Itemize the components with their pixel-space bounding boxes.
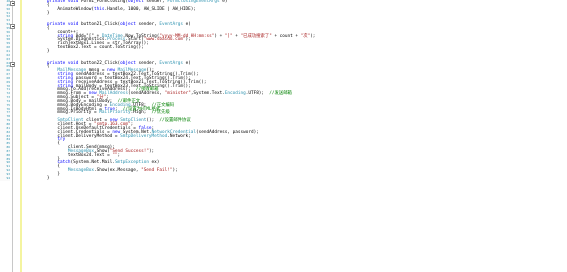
code-token: ); [310,33,316,39]
code-token: object [120,22,136,28]
editor-gutter: 48 49 50 51 52 53 54 55 56 57 58 59 60 61 62 63 64 65 66 67… [0,0,20,272]
code-token: } [26,48,50,54]
code-token: "]" [224,33,233,39]
code-token: SmtpException [114,160,149,166]
code-token: (sendAddress, [128,91,165,97]
code-editor[interactable]: 48 49 50 51 52 53 54 55 56 57 58 59 60 61 62 63 64 65 66 67… [0,0,567,272]
code-token: object [128,0,144,4]
code-token: sender, [143,0,168,4]
line-number: 94 [6,175,10,180]
collapse-toggle-icon[interactable] [10,62,15,68]
code-token: + count + [271,33,301,39]
outline-bar [12,0,13,272]
code-token: "次" [300,33,311,39]
code-token: ); [172,168,178,174]
code-token: ) + [214,33,225,39]
code-token: (); [146,118,160,124]
code-token: EventArgs [159,22,183,28]
code-token: this [94,6,105,12]
code-token: void [67,22,79,28]
code-token: button22_Click( [78,60,121,66]
collapse-toggle-icon[interactable] [10,23,15,29]
code-token: ,System.Text. [190,91,225,97]
code-token: "Send Fail!" [141,168,173,174]
code-token: sender, [135,22,160,28]
line-numbers: 48 49 50 51 52 53 54 55 56 57 58 59 60 61 62 63 64 65 66 67… [0,0,10,181]
code-token: e) [219,0,228,4]
code-token: button21_Click( [78,22,121,28]
code-token: "已成功搜索了" [240,33,272,39]
code-token: e) [182,22,191,28]
code-token: (sendAddress, password); [196,129,259,135]
collapse-toggle-icon[interactable] [10,0,15,6]
code-token: FormClosingEventArgs [167,0,220,4]
code-line[interactable]: } [26,175,315,181]
code-token: .Network; [167,133,191,139]
code-token: } [26,10,50,16]
code-token: + [232,33,241,39]
code-token: MailPriority [99,110,131,116]
code-text[interactable]: private void Form1_FormClosing(object se… [26,0,316,181]
code-token: (System.Net.Mail. [70,160,115,166]
code-token: Encoding [224,91,246,97]
code-token: "www.sbaidu.com" [143,37,186,43]
code-token: .Handle, 1000, AW_SLIDE | AW_HIDE); [104,6,196,12]
code-token: MessageBox [67,168,94,174]
code-token: //优先级 [151,110,170,116]
code-token: } [26,175,50,181]
code-token: .UTF8); [245,91,270,97]
code-token: object [120,60,136,66]
code-token: e) [182,60,191,66]
change-indicator-bar [20,0,22,272]
code-token: .High; [130,110,152,116]
code-token: void [67,60,79,66]
code-token: //设置邮件协议 [159,118,191,124]
code-token: ); [185,37,191,43]
code-token: sender, [135,60,160,66]
code-token: ex) [148,160,160,166]
code-token: //发送邮箱 [269,91,292,97]
code-token: EventArgs [159,60,183,66]
code-token: ); [148,148,155,154]
code-token: mmsg.Priority = [26,110,100,116]
code-token: .Show(ex.Message, [94,168,142,174]
code-token: "minister" [164,91,191,97]
code-token: Form1_FormClosing( [78,0,129,4]
code-token: ; [117,152,121,158]
code-token: void [67,0,79,4]
code-token: SmtpDeliveryMethod [120,133,168,139]
